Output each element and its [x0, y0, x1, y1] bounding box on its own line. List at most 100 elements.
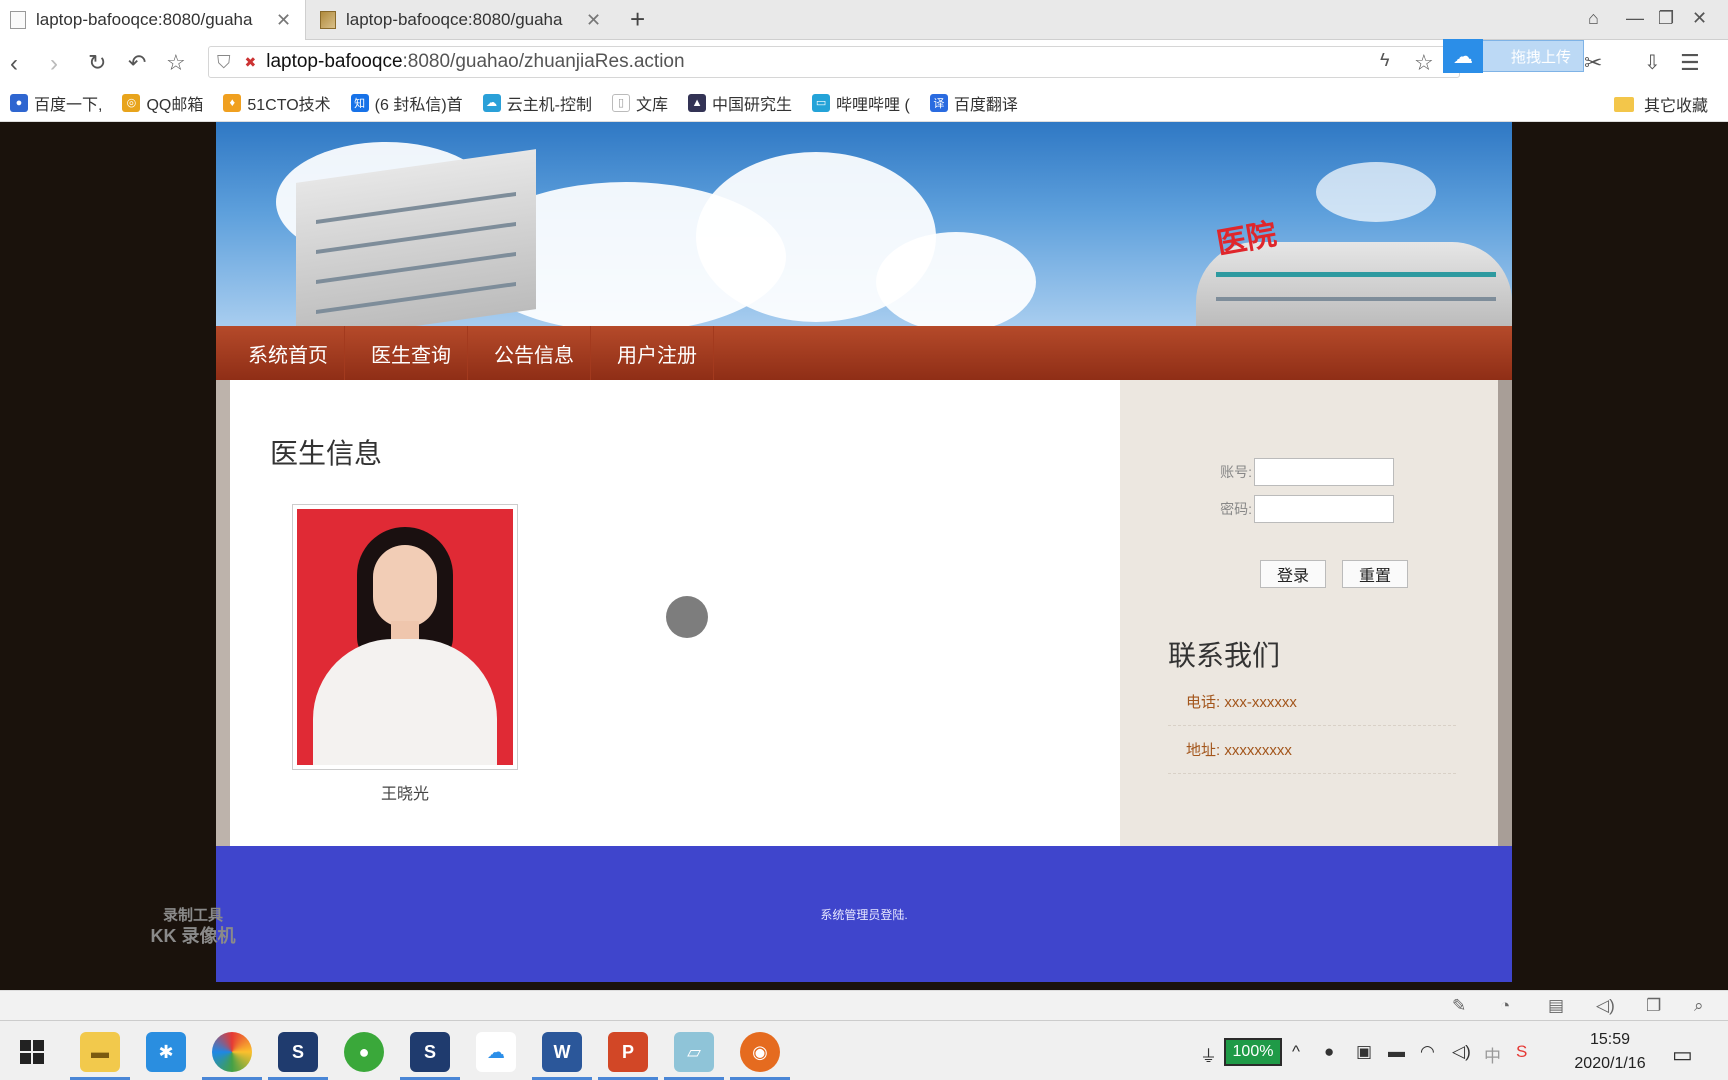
ime-indicator[interactable]: 中 — [1484, 1042, 1501, 1067]
shirt-icon[interactable]: ⌂ — [1588, 8, 1599, 29]
zoom-icon[interactable]: ⌕ — [1694, 996, 1704, 1016]
bookmark-label: 哔哩哔哩 ( — [836, 96, 910, 114]
feather-icon[interactable]: ✱ — [146, 1032, 186, 1072]
hospital-site: 医院 系统首页 医生查询 公告信息 用户注册 医生信息 王晓光 账号: 密码: … — [216, 122, 1512, 982]
main-nav: 系统首页 医生查询 公告信息 用户注册 — [216, 326, 1512, 380]
flame-icon: ♦ — [223, 93, 242, 112]
sogou-icon[interactable]: S — [1516, 1042, 1527, 1062]
tab-second[interactable]: laptop-bafooqce:8080/guaha ✕ — [310, 0, 620, 40]
bookmark-label: 51CTO技术 — [247, 96, 331, 114]
shield-icon: ⛉ — [217, 51, 231, 72]
lightning-icon[interactable]: ϟ — [1380, 50, 1390, 71]
system-clock[interactable]: 15:59 2020/1/16 — [1560, 1028, 1660, 1076]
browser-status-bar — [0, 990, 1728, 1020]
bookmark-label: QQ邮箱 — [146, 96, 204, 114]
baidu-netdisk-icon[interactable]: ☁ — [476, 1032, 516, 1072]
content-area: 医生信息 王晓光 账号: 密码: 登录 重置 联系我们 电话: xxx-xxxx… — [216, 380, 1512, 848]
hospital-banner: 医院 — [216, 122, 1512, 326]
nav-announcements[interactable]: 公告信息 — [478, 326, 591, 380]
eclipse-icon[interactable]: S — [268, 1032, 328, 1080]
doctor-photo[interactable] — [292, 504, 518, 770]
volume-icon[interactable]: ◁) — [1596, 996, 1615, 1016]
speed-icon[interactable]: ◔ — [1500, 996, 1510, 1016]
bookmark-51cto[interactable]: ♦ 51CTO技术 — [223, 91, 331, 115]
bookmark-qqmail[interactable]: ◎ QQ邮箱 — [122, 91, 203, 115]
download-icon[interactable]: ⇩ — [1644, 50, 1661, 75]
close-icon[interactable]: ✕ — [276, 10, 291, 31]
sidebar-edge — [1498, 380, 1512, 848]
powerpoint-icon[interactable]: P — [598, 1032, 658, 1080]
admin-login-link[interactable]: 系统管理员登陆. — [820, 906, 907, 923]
star-icon[interactable]: ☆ — [166, 50, 186, 76]
notification-icon[interactable]: ▭ — [1672, 1042, 1693, 1068]
watermark-line1: 录制工具 — [162, 907, 223, 924]
notepad-icon[interactable]: ▱ — [664, 1032, 724, 1080]
grad-cap-icon: ▲ — [688, 93, 707, 112]
tab-current[interactable]: laptop-bafooqce:8080/guaha ✕ — [0, 0, 306, 40]
page-icon: ▯ — [612, 93, 631, 112]
reload-icon[interactable]: ↻ — [88, 50, 106, 76]
doctor-info-heading: 医生信息 — [270, 437, 383, 470]
browser-icon[interactable] — [202, 1032, 262, 1080]
ide-icon[interactable]: S — [400, 1032, 460, 1080]
nav-home[interactable]: 系统首页 — [232, 326, 345, 380]
favorite-star-icon[interactable]: ☆ — [1414, 50, 1434, 76]
trash-icon[interactable]: ▤ — [1548, 996, 1564, 1016]
scissors-icon[interactable]: ✂ — [1584, 50, 1602, 76]
speaker-icon[interactable]: ◁) — [1452, 1042, 1471, 1062]
qq-mail-icon: ◎ — [122, 93, 141, 112]
bookmark-wenku[interactable]: ▯ 文库 — [612, 91, 668, 115]
password-input[interactable] — [1254, 495, 1394, 523]
bookmark-translate[interactable]: 译百度翻译 — [929, 91, 1018, 115]
bookmark-zhihu[interactable]: 知 (6 封私信)首 — [350, 91, 463, 115]
url-field[interactable]: ⛉ ✖ laptop-bafooqce:8080/guahao/zhuanjia… — [208, 46, 1460, 78]
login-button[interactable]: 登录 — [1260, 560, 1326, 588]
pin-icon[interactable]: ✎ — [1452, 996, 1466, 1016]
menu-icon[interactable]: ☰ — [1680, 50, 1700, 76]
bookmark-cloud[interactable]: ☁ 云主机-控制 — [482, 91, 592, 115]
windows-start-icon[interactable] — [20, 1040, 44, 1064]
other-bookmarks-label: 其它收藏 — [1643, 98, 1708, 115]
new-tab-icon[interactable]: + — [630, 4, 645, 35]
bookmark-graduate[interactable]: ▲ 中国研究生 — [688, 91, 792, 115]
microphone-icon[interactable]: ● — [1324, 1042, 1334, 1062]
other-bookmarks[interactable]: 其它收藏 — [1613, 92, 1708, 116]
undo-icon[interactable]: ↶ — [128, 50, 146, 76]
nav-doctor-search[interactable]: 医生查询 — [355, 326, 468, 380]
forward-icon[interactable]: › — [50, 50, 58, 78]
bookmark-label: (6 封私信)首 — [374, 96, 463, 114]
upload-button[interactable]: ☁ 拖拽上传 — [1443, 39, 1584, 73]
doctor-info-panel: 医生信息 王晓光 — [230, 380, 1134, 848]
bookmark-label: 百度翻译 — [953, 96, 1018, 114]
wechat-icon[interactable]: ● — [344, 1032, 384, 1072]
nav-register[interactable]: 用户注册 — [601, 326, 714, 380]
sidebar: 账号: 密码: 登录 重置 联系我们 电话: xxx-xxxxxx 地址: xx… — [1120, 380, 1498, 848]
page-icon — [10, 11, 26, 29]
doctor-name[interactable]: 王晓光 — [292, 780, 518, 804]
battery-icon[interactable]: ▬ — [1388, 1042, 1405, 1062]
display-icon[interactable]: ▣ — [1356, 1042, 1372, 1062]
power-plug-icon[interactable]: ⏚ — [1200, 1042, 1217, 1067]
chevron-up-icon[interactable]: ^ — [1292, 1042, 1300, 1062]
recorder-icon[interactable]: ◉ — [730, 1032, 790, 1080]
close-window-icon[interactable]: ✕ — [1692, 8, 1707, 29]
cloud-upload-icon: ☁ — [1443, 39, 1483, 73]
file-explorer-icon[interactable]: ▬ — [70, 1032, 130, 1080]
cloud-icon: ☁ — [482, 93, 501, 112]
contact-heading: 联系我们 — [1168, 639, 1281, 672]
close-icon[interactable]: ✕ — [586, 10, 601, 31]
cursor-highlight — [666, 596, 708, 638]
minimize-icon[interactable]: — — [1626, 8, 1644, 29]
word-icon[interactable]: W — [532, 1032, 592, 1080]
wifi-icon[interactable]: ◠ — [1420, 1042, 1435, 1062]
account-input[interactable] — [1254, 458, 1394, 486]
bookmark-bilibili[interactable]: ▭ 哔哩哔哩 ( — [812, 91, 910, 115]
back-icon[interactable]: ‹ — [10, 50, 18, 78]
battery-indicator[interactable]: 100% — [1224, 1038, 1282, 1066]
window-icon[interactable]: ❐ — [1646, 996, 1661, 1016]
bookmark-baidu[interactable]: ● 百度一下, — [10, 91, 102, 115]
reset-button[interactable]: 重置 — [1342, 560, 1408, 588]
restore-icon[interactable]: ❐ — [1658, 8, 1674, 29]
password-label: 密码: — [1220, 501, 1252, 517]
paw-icon: ● — [10, 93, 28, 112]
